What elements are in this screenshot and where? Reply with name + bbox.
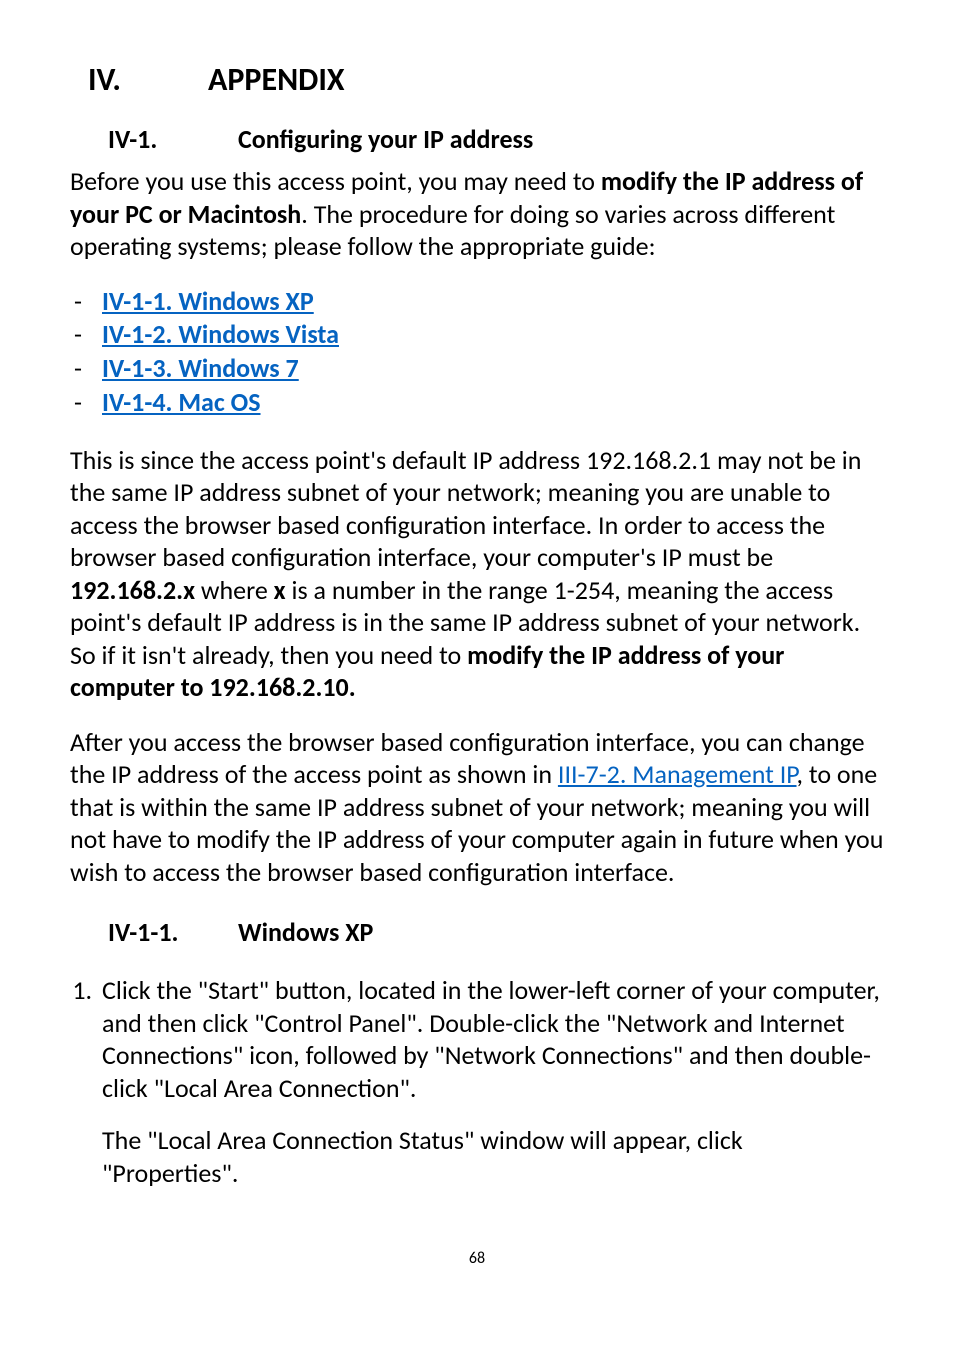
list-item: IV-1-3. Windows 7 (70, 352, 884, 386)
subsection-num: IV-1-1. (108, 916, 238, 948)
heading-roman: IV. (88, 60, 208, 99)
step-1-followup: The "Local Area Connection Status" windo… (70, 1124, 884, 1189)
para2-bold2: x (274, 574, 286, 606)
os-link-list: IV-1-1. Windows XP IV-1-2. Windows Vista… (70, 285, 884, 420)
steps-list: Click the "Start" button, located in the… (70, 974, 884, 1104)
ip-explanation-paragraph: This is since the access point's default… (70, 444, 884, 704)
link-windows-7[interactable]: IV-1-3. Windows 7 (102, 352, 299, 384)
heading-title: APPENDIX (208, 60, 344, 99)
link-mac-os[interactable]: IV-1-4. Mac OS (102, 386, 261, 418)
para2-part1: This is since the access point's default… (70, 444, 861, 574)
step-1: Click the "Start" button, located in the… (98, 974, 884, 1104)
intro-pre: Before you use this access point, you ma… (70, 165, 601, 197)
appendix-heading: IV.APPENDIX (70, 60, 884, 99)
link-windows-xp[interactable]: IV-1-1. Windows XP (102, 285, 314, 317)
subsection-heading: IV-1-1.Windows XP (70, 916, 884, 948)
section-title: Configuring your IP address (238, 123, 533, 155)
list-item: IV-1-4. Mac OS (70, 386, 884, 420)
section-heading: IV-1.Configuring your IP address (70, 123, 884, 155)
page-number: 68 (70, 1249, 884, 1268)
para2-mid1: where (195, 574, 274, 606)
para2-bold1: 192.168.2.x (70, 574, 195, 606)
after-access-paragraph: After you access the browser based confi… (70, 726, 884, 889)
intro-paragraph: Before you use this access point, you ma… (70, 165, 884, 263)
list-item: IV-1-1. Windows XP (70, 285, 884, 319)
section-num: IV-1. (108, 123, 238, 155)
list-item: IV-1-2. Windows Vista (70, 318, 884, 352)
subsection-title: Windows XP (238, 916, 373, 948)
link-windows-vista[interactable]: IV-1-2. Windows Vista (102, 318, 339, 350)
link-management-ip[interactable]: III-7-2. Management IP (558, 758, 797, 790)
